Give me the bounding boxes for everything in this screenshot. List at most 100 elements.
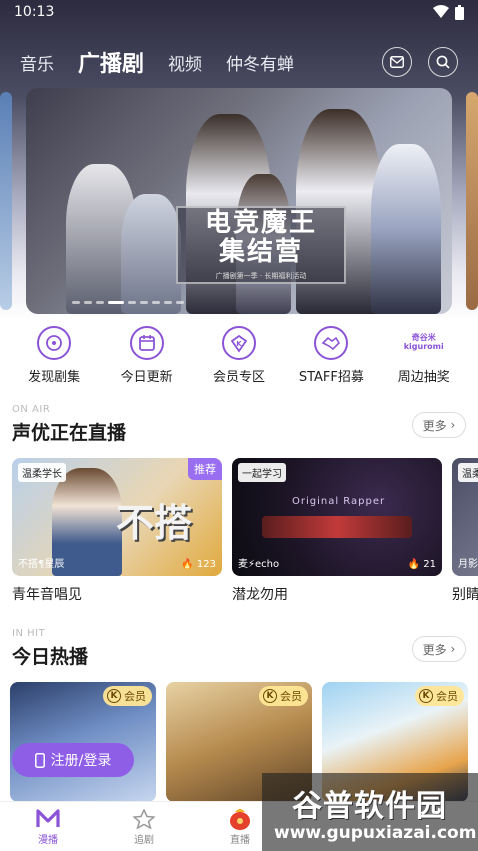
cover-text: 不搭	[116, 501, 193, 545]
banner-indicator	[72, 301, 184, 304]
kiguri-logo: 奇谷米 kiguromi	[403, 333, 444, 351]
handshake-icon	[314, 326, 349, 360]
star-icon	[133, 807, 155, 831]
bottom-tab-manbo[interactable]: 漫播	[0, 802, 96, 851]
live-room-name: 潜龙勿用	[232, 587, 288, 603]
flame-icon: 🔥	[181, 559, 194, 570]
quick-entry-staff[interactable]: STAFF招募	[286, 326, 376, 386]
section-subtitle: IN HIT	[12, 628, 46, 639]
quick-entry-label: 周边抽奖	[397, 370, 450, 385]
live-section-header: ON AIR 声优正在直播 更多 ›	[0, 404, 478, 454]
disc-icon	[37, 326, 72, 360]
vip-badge: K 会员	[259, 686, 308, 706]
live-tag: 温柔	[458, 463, 478, 482]
live-list: 不搭 温柔学长 推荐 不搭¶星辰 🔥 123 青年音唱见 Original Ra…	[0, 458, 478, 608]
banner-dot[interactable]	[164, 301, 172, 304]
quick-entry-merch[interactable]: 奇谷米 kiguromi 周边抽奖	[379, 326, 469, 386]
tab-radio-drama[interactable]: 广播剧	[78, 46, 144, 78]
live-tag: 一起学习	[238, 463, 286, 482]
banner-dot[interactable]	[84, 301, 92, 304]
live-card[interactable]: 温柔 月影 别睛	[452, 458, 478, 604]
vip-label: 会员	[280, 690, 302, 703]
live-count: 🔥 123	[181, 559, 216, 570]
section-title: 今日热播	[12, 646, 89, 668]
quick-entry-discover[interactable]: 发现剧集	[9, 326, 99, 386]
hot-card[interactable]: K 会员	[10, 682, 156, 802]
battery-icon	[455, 4, 464, 20]
chevron-right-icon: ›	[450, 418, 456, 432]
banner-dot[interactable]	[152, 301, 160, 304]
bottom-tab-label: 直播	[230, 835, 250, 846]
live-card[interactable]: Original Rapper 一起学习 麦⚡echo 🔥 21 潜龙勿用	[232, 458, 442, 604]
live-host: 麦⚡echo	[238, 559, 280, 570]
banner-dot[interactable]	[176, 301, 184, 304]
live-more-button[interactable]: 更多 ›	[412, 412, 466, 438]
banner-dot[interactable]	[128, 301, 136, 304]
tab-zhongdong[interactable]: 仲冬有蝉	[226, 50, 294, 75]
status-bar: 10:13	[0, 0, 478, 24]
banner-dot[interactable]	[96, 301, 104, 304]
search-icon	[436, 55, 450, 69]
login-button[interactable]: 注册/登录	[12, 743, 134, 777]
banner-dot[interactable]	[72, 301, 80, 304]
quick-entry-today-update[interactable]: 今日更新	[102, 326, 192, 386]
search-button[interactable]	[428, 47, 458, 77]
quick-entry-label: 会员专区	[212, 370, 265, 385]
vip-label: 会员	[124, 690, 146, 703]
cover-decoration	[262, 516, 412, 538]
vip-k-icon: K	[221, 326, 256, 360]
live-tag: 温柔学长	[18, 463, 66, 482]
vip-label: 会员	[436, 690, 458, 703]
banner-title-box: 电竞魔王 集结营 广播剧第一季 · 长期福利活动	[176, 206, 346, 284]
message-button[interactable]	[382, 47, 412, 77]
banner-carousel[interactable]: 电竞魔王 集结营 广播剧第一季 · 长期福利活动	[0, 88, 478, 314]
hot-more-button[interactable]: 更多 ›	[412, 636, 466, 662]
quick-entry-label: 今日更新	[120, 370, 173, 385]
section-subtitle: ON AIR	[12, 404, 51, 415]
cover-text: Original Rapper	[292, 496, 386, 507]
live-cover: 温柔 月影	[452, 458, 478, 576]
banner-next-peek[interactable]	[466, 92, 478, 310]
more-label: 更多	[422, 642, 447, 657]
live-room-name: 别睛	[452, 587, 478, 603]
live-cover: 不搭 温柔学长 推荐 不搭¶星辰 🔥 123	[12, 458, 222, 576]
login-label: 注册/登录	[50, 753, 112, 769]
watermark: 谷普软件园 www.gupuxiazai.com	[262, 773, 478, 851]
bottom-tab-follow[interactable]: 追剧	[96, 802, 192, 851]
banner-dot[interactable]	[140, 301, 148, 304]
live-cover: Original Rapper 一起学习 麦⚡echo 🔥 21	[232, 458, 442, 576]
status-icons	[433, 4, 464, 20]
vip-badge: K 会员	[415, 686, 464, 706]
tab-music[interactable]: 音乐	[20, 50, 54, 75]
vip-k-icon: K	[419, 689, 433, 703]
watermark-url: www.gupuxiazai.com	[274, 823, 477, 843]
live-bag-icon	[227, 807, 253, 831]
live-count: 🔥 21	[408, 559, 436, 570]
live-room-name: 青年音唱见	[12, 587, 82, 603]
quick-entry-label: STAFF招募	[298, 370, 364, 385]
banner-figure	[371, 144, 441, 314]
live-count-value: 21	[423, 559, 436, 570]
chevron-right-icon: ›	[450, 642, 456, 656]
vip-k-icon: K	[107, 689, 121, 703]
live-host: 不搭¶星辰	[18, 559, 65, 570]
banner-title-line2: 集结营	[218, 237, 303, 267]
banner-slide[interactable]: 电竞魔王 集结营 广播剧第一季 · 长期福利活动	[26, 88, 452, 314]
tab-video[interactable]: 视频	[168, 50, 202, 75]
quick-entry-label: 发现剧集	[28, 370, 81, 385]
banner-dot[interactable]	[108, 301, 124, 304]
banner-prev-peek[interactable]	[0, 92, 12, 310]
banner-figure	[121, 194, 181, 314]
banner-title-line1: 电竞魔王	[204, 208, 317, 239]
svg-text:K: K	[236, 340, 242, 348]
manbo-logo-icon	[36, 807, 60, 831]
phone-icon	[34, 752, 45, 768]
bottom-tab-label: 追剧	[134, 835, 154, 846]
quick-entry-vip[interactable]: K 会员专区	[194, 326, 284, 386]
bottom-tab-label: 漫播	[38, 835, 58, 846]
live-count-value: 123	[196, 559, 216, 570]
live-card[interactable]: 不搭 温柔学长 推荐 不搭¶星辰 🔥 123 青年音唱见	[12, 458, 222, 604]
vip-k-icon: K	[263, 689, 277, 703]
live-host: 月影	[458, 559, 478, 570]
watermark-title: 谷普软件园	[292, 789, 447, 824]
